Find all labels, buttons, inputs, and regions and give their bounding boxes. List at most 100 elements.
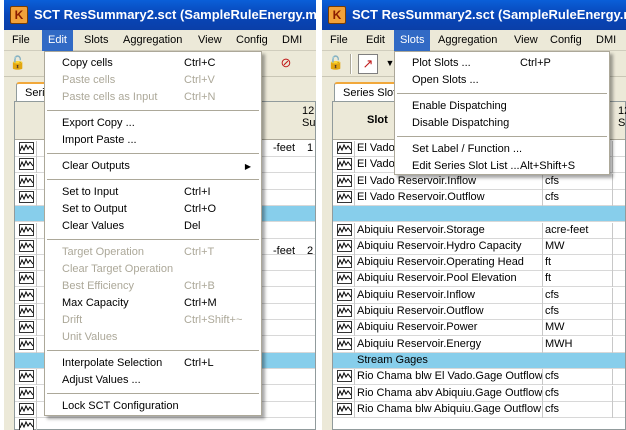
menu-item[interactable]: Set Label / Function ... <box>395 141 609 158</box>
slot-unit: cfs <box>543 173 613 190</box>
menu-item-label: Set to Output <box>62 203 127 215</box>
table-row[interactable]: Abiquiu Reservoir.Pool Elevation ft <box>333 271 625 288</box>
slot-unit: MWH <box>543 336 613 353</box>
no-entry-icon[interactable]: ⊘ <box>276 54 296 74</box>
menu-item-label: Plot Slots ... <box>412 57 471 69</box>
slot-icon-cell <box>15 304 37 320</box>
lock-icon[interactable]: 🔓 <box>326 54 346 74</box>
table-row[interactable]: El Vado Reservoir.Inflow cfs <box>333 173 625 190</box>
menu-item-label: Enable Dispatching <box>412 100 507 112</box>
slot-icon-cell <box>15 418 37 430</box>
menu-edit[interactable]: Edit <box>360 30 391 51</box>
menu-item-label: Drift <box>62 314 83 326</box>
slot-icon-cell <box>15 385 37 402</box>
slot-icon-cell <box>333 369 355 386</box>
window-title: SCT ResSummary2.sct (SampleRuleEnergy.md <box>34 7 316 22</box>
menu-item[interactable]: Open Slots ... <box>395 72 609 89</box>
group-row[interactable] <box>333 206 625 223</box>
menu-item-label: Export Copy ... <box>62 117 135 129</box>
title-bar[interactable]: K SCT ResSummary2.sct (SampleRuleEnergy.… <box>4 0 316 30</box>
table-row[interactable]: Abiquiu Reservoir.Inflow cfs <box>333 287 625 304</box>
slot-unit: ft <box>543 255 613 272</box>
menu-separator <box>47 393 259 394</box>
menu-item-label: Unit Values <box>62 331 118 343</box>
slot-unit: acre-feet <box>543 222 613 239</box>
menu-file[interactable]: File <box>324 30 354 51</box>
menu-slots[interactable]: Slots <box>394 30 431 51</box>
table-row[interactable]: Abiquiu Reservoir.Power MW <box>333 320 625 337</box>
table-row[interactable]: El Vado Reservoir.Outflow cfs <box>333 189 625 206</box>
unit-fragment-1: -feet <box>273 142 296 154</box>
menu-item-shortcut: Ctrl+C <box>184 57 216 69</box>
menu-item[interactable]: Best Efficiency Ctrl+B <box>45 278 261 295</box>
menu-item[interactable]: Max Capacity Ctrl+M <box>45 295 261 312</box>
slot-icon-cell <box>15 271 37 288</box>
slot-icon-cell <box>333 336 355 353</box>
menu-item-shortcut: Ctrl+T <box>184 246 215 258</box>
menu-slots[interactable]: Slots <box>78 30 114 51</box>
menu-view[interactable]: View <box>508 30 544 51</box>
menu-item[interactable]: Paste cells Ctrl+V <box>45 72 261 89</box>
dispatch-icon[interactable]: ↗ <box>358 54 378 74</box>
series-slot-icon <box>19 239 34 252</box>
title-bar[interactable]: K SCT ResSummary2.sct (SampleRuleEnergy.… <box>322 0 626 30</box>
menu-item[interactable]: Clear Outputs ▶ <box>45 158 261 175</box>
slot-name: Abiquiu Reservoir.Pool Elevation <box>355 271 543 288</box>
table-row[interactable]: Abiquiu Reservoir.Hydro Capacity MW <box>333 238 625 255</box>
slot-unit: cfs <box>543 304 613 320</box>
menu-item[interactable]: Clear Target Operation <box>45 261 261 278</box>
table-row[interactable]: Rio Chama blw El Vado.Gage Outflow cfs <box>333 369 625 386</box>
table-row[interactable]: Abiquiu Reservoir.Operating Head ft <box>333 255 625 272</box>
group-row[interactable]: Stream Gages <box>333 352 625 369</box>
menu-item[interactable]: Clear Values Del <box>45 218 261 235</box>
menu-view[interactable]: View <box>192 30 228 51</box>
menu-config[interactable]: Config <box>230 30 274 51</box>
menu-item[interactable]: Interpolate Selection Ctrl+L <box>45 355 261 372</box>
menu-item[interactable]: Import Paste ... <box>45 132 261 149</box>
series-slot-icon <box>337 386 352 399</box>
col-header-12-sub: Su <box>618 117 626 129</box>
col-header-slot[interactable]: Slot <box>367 114 388 126</box>
menu-item-label: Set Label / Function ... <box>412 143 523 155</box>
table-row[interactable]: Rio Chama blw Abiquiu.Gage Outflow cfs <box>333 401 625 418</box>
menu-item[interactable]: Enable Dispatching <box>395 98 609 115</box>
menu-file[interactable]: File <box>6 30 36 51</box>
menu-item[interactable]: Export Copy ... <box>45 115 261 132</box>
menu-item-shortcut: Ctrl+P <box>520 57 551 69</box>
menu-item[interactable]: Target Operation Ctrl+T <box>45 244 261 261</box>
table-row[interactable]: Abiquiu Reservoir.Storage acre-feet <box>333 222 625 239</box>
menu-aggregation[interactable]: Aggregation <box>432 30 503 51</box>
menu-item[interactable]: Lock SCT Configuration <box>45 398 261 415</box>
menu-item[interactable]: Unit Values <box>45 329 261 346</box>
series-slot-icon <box>337 239 352 252</box>
menu-item[interactable]: Copy cells Ctrl+C <box>45 55 261 72</box>
menu-item-shortcut: Del <box>184 220 201 232</box>
lock-icon[interactable]: 🔓 <box>8 54 28 74</box>
series-slot-icon <box>337 337 352 350</box>
menu-dmi[interactable]: DMI <box>590 30 622 51</box>
series-slot-icon <box>19 337 34 350</box>
menu-dmi[interactable]: DMI <box>276 30 308 51</box>
menu-aggregation[interactable]: Aggregation <box>117 30 188 51</box>
menu-item[interactable]: Plot Slots ... Ctrl+P <box>395 55 609 72</box>
slot-unit: MW <box>543 238 613 255</box>
menu-edit[interactable]: Edit <box>42 30 73 51</box>
menu-item[interactable]: Drift Ctrl+Shift+~ <box>45 312 261 329</box>
table-row[interactable]: Abiquiu Reservoir.Energy MWH <box>333 336 625 353</box>
menu-config[interactable]: Config <box>544 30 588 51</box>
table-row[interactable]: Abiquiu Reservoir.Outflow cfs <box>333 304 625 320</box>
menu-item[interactable]: Edit Series Slot List ... Alt+Shift+S <box>395 158 609 175</box>
table-row[interactable] <box>15 418 315 430</box>
menu-item-shortcut: Ctrl+Shift+~ <box>184 314 243 326</box>
app-icon: K <box>10 6 28 24</box>
menu-item[interactable]: Disable Dispatching <box>395 115 609 132</box>
menu-item[interactable]: Paste cells as Input Ctrl+N <box>45 89 261 106</box>
menu-separator <box>47 239 259 240</box>
submenu-arrow-icon: ▶ <box>244 162 251 171</box>
table-row[interactable]: Rio Chama abv Abiquiu.Gage Outflow cfs <box>333 385 625 402</box>
menu-item[interactable]: Set to Input Ctrl+I <box>45 184 261 201</box>
menu-item[interactable]: Adjust Values ... <box>45 372 261 389</box>
menu-item-label: Open Slots ... <box>412 74 479 86</box>
menu-item-label: Target Operation <box>62 246 144 258</box>
menu-item[interactable]: Set to Output Ctrl+O <box>45 201 261 218</box>
